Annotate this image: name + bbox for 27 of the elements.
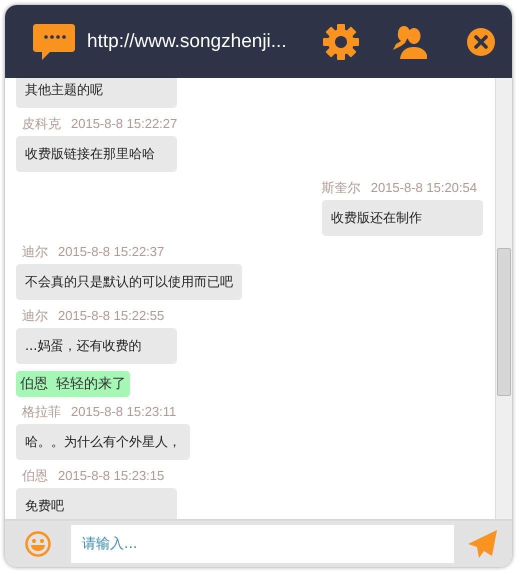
sender-name: 迪尔 [22, 308, 48, 323]
sender-name: 迪尔 [22, 244, 48, 259]
users-icon[interactable] [391, 24, 427, 60]
message-bubble: 哈。。为什么有个外星人， [16, 424, 190, 460]
join-notice: 伯恩 轻轻的来了 [16, 371, 130, 397]
message-bubble: 不会真的只是默认的可以使用而已吧 [16, 264, 242, 300]
close-icon[interactable] [466, 26, 496, 56]
settings-icon[interactable] [323, 24, 359, 60]
message-bubble: ...妈蛋，还有收费的 [16, 328, 177, 364]
scrollbar[interactable] [495, 78, 512, 519]
message-bubble: 收费版还在制作 [322, 200, 483, 236]
sender-name: 格拉菲 [22, 404, 61, 419]
message-time: 2015-8-8 15:23:15 [58, 468, 164, 483]
message-time: 2015-8-8 15:20:54 [370, 180, 477, 195]
sender-name: 斯奎尔 [322, 180, 361, 195]
window-title: http://www.songzhenji... [87, 30, 288, 52]
sender-name: 皮科克 [22, 116, 61, 131]
chat-icon[interactable] [33, 24, 75, 60]
message-time: 2015-8-8 15:22:37 [58, 244, 164, 259]
message-time: 2015-8-8 15:22:27 [71, 116, 178, 131]
sender-name: 伯恩 [22, 468, 48, 483]
message-time: 2015-8-8 15:23:11 [71, 404, 176, 419]
message-bubble: 免费吧 [16, 488, 177, 519]
message-bubble: 收费版链接在那里哈哈 [16, 136, 177, 172]
message-time: 2015-8-8 15:22:55 [58, 308, 164, 323]
message-input[interactable]: 请输入... [71, 525, 454, 563]
message-bubble: 其他主题的呢 [16, 78, 177, 108]
